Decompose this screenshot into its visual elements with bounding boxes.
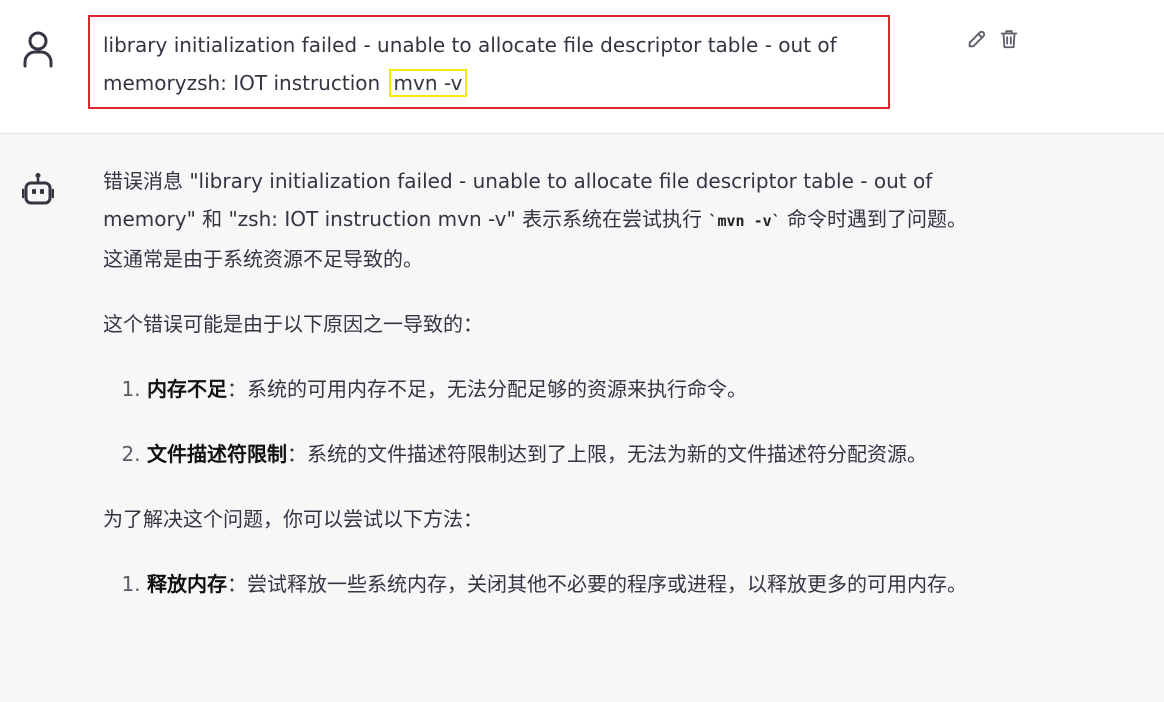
list-item-text: ：系统的可用内存不足，无法分配足够的资源来执行命令。 [227, 377, 747, 401]
assistant-intro: 错误消息 "library initialization failed - un… [103, 162, 978, 278]
list-item-text: ：系统的文件描述符限制达到了上限，无法为新的文件描述符分配资源。 [287, 442, 927, 466]
trash-icon[interactable] [998, 28, 1020, 50]
causes-list: 内存不足：系统的可用内存不足，无法分配足够的资源来执行命令。 文件描述符限制：系… [103, 370, 978, 473]
list-item: 内存不足：系统的可用内存不足，无法分配足够的资源来执行命令。 [147, 370, 978, 408]
highlighted-command: mvn -v [388, 69, 468, 97]
message-actions [966, 28, 1020, 50]
list-item: 文件描述符限制：系统的文件描述符限制达到了上限，无法为新的文件描述符分配资源。 [147, 435, 978, 473]
pencil-icon[interactable] [966, 28, 988, 50]
list-item-title: 文件描述符限制 [147, 442, 287, 466]
causes-heading: 这个错误可能是由于以下原因之一导致的： [103, 312, 483, 336]
assistant-message-row: 错误消息 "library initialization failed - un… [0, 134, 1164, 702]
user-icon [23, 31, 53, 68]
list-item-text: ：尝试释放一些系统内存，关闭其他不必要的程序或进程，以释放更多的可用内存。 [227, 572, 967, 596]
user-message-row: library initialization failed - unable t… [0, 0, 1164, 134]
assistant-message-content: 错误消息 "library initialization failed - un… [103, 162, 978, 630]
inline-code: `mvn -v` [708, 212, 781, 230]
list-item: 释放内存：尝试释放一些系统内存，关闭其他不必要的程序或进程，以释放更多的可用内存… [147, 565, 978, 603]
list-item-title: 内存不足 [147, 377, 227, 401]
solutions-list: 释放内存：尝试释放一些系统内存，关闭其他不必要的程序或进程，以释放更多的可用内存… [103, 565, 978, 603]
user-message-body: library initialization failed - unable t… [103, 33, 837, 95]
user-message-text: library initialization failed - unable t… [103, 26, 893, 102]
robot-icon [22, 173, 54, 205]
solutions-heading: 为了解决这个问题，你可以尝试以下方法： [103, 507, 483, 531]
list-item-title: 释放内存 [147, 572, 227, 596]
